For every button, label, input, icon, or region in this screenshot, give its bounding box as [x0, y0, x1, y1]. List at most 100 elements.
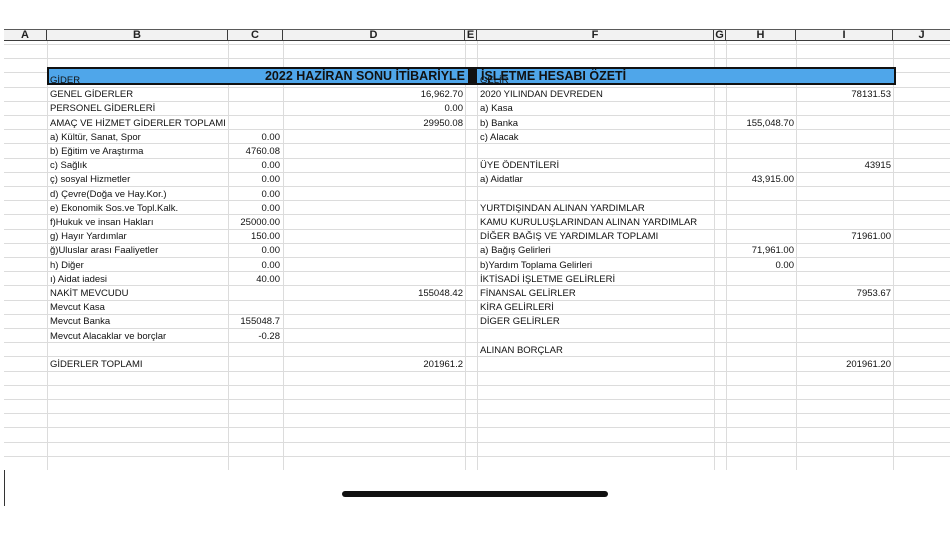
gelir-row-detail[interactable]: [726, 102, 794, 116]
gelir-row-detail[interactable]: [726, 145, 794, 159]
gelir-row-detail[interactable]: [726, 330, 794, 344]
gider-row-label[interactable]: g) Hayır Yardımlar: [50, 230, 226, 244]
gider-row-label[interactable]: PERSONEL GİDERLERİ: [50, 102, 226, 116]
gider-row-detail[interactable]: 0.00: [228, 202, 281, 216]
gelir-row-label[interactable]: FİNANSAL GELİRLER: [480, 287, 712, 301]
gider-row-detail[interactable]: 150.00: [228, 230, 280, 244]
gelir-row-label[interactable]: ALINAN BORÇLAR: [480, 344, 712, 358]
gelir-row-total[interactable]: [796, 315, 891, 329]
gider-row-label[interactable]: AMAÇ VE HİZMET GİDERLER TOPLAMI: [50, 117, 226, 131]
gider-row-label[interactable]: Mevcut Kasa: [50, 301, 226, 315]
gelir-row-detail[interactable]: 0.00: [726, 259, 795, 273]
gider-row-detail[interactable]: 0.00: [228, 259, 281, 273]
gelir-row-detail[interactable]: [726, 230, 794, 244]
home-indicator[interactable]: [342, 491, 608, 497]
gider-row-detail[interactable]: [228, 287, 280, 301]
gider-row-label[interactable]: f)Hukuk ve insan Hakları: [50, 216, 226, 230]
gelir-row-label[interactable]: a) Kasa: [480, 102, 712, 116]
gelir-row-label[interactable]: YURTDIŞINDAN ALINAN YARDIMLAR: [480, 202, 712, 216]
gider-row-total[interactable]: [283, 216, 463, 230]
column-header-j[interactable]: J: [893, 30, 950, 41]
gider-row-label[interactable]: b) Eğitim ve Araştırma: [50, 145, 226, 159]
gelir-row-total[interactable]: [796, 131, 891, 145]
gelir-row-detail[interactable]: [726, 273, 794, 287]
gider-header[interactable]: GİDER: [50, 74, 226, 88]
gelir-row-total[interactable]: [796, 330, 891, 344]
gider-row-total[interactable]: 0.00: [283, 102, 464, 116]
gelir-row-label[interactable]: [480, 330, 712, 344]
gider-row-label[interactable]: GENEL GİDERLER: [50, 88, 226, 102]
gelir-row-label[interactable]: DİGER GELİRLER: [480, 315, 712, 329]
gider-row-detail[interactable]: 40.00: [228, 273, 280, 287]
gelir-row-total[interactable]: 71961.00: [796, 230, 891, 244]
gelir-row-label[interactable]: b) Banka: [480, 117, 712, 131]
gider-row-label[interactable]: a) Kültür, Sanat, Spor: [50, 131, 226, 145]
gelir-row-detail[interactable]: [726, 188, 794, 202]
gider-row-label[interactable]: Mevcut Banka: [50, 315, 226, 329]
column-header-b[interactable]: B: [47, 30, 228, 41]
gelir-row-detail[interactable]: [726, 202, 794, 216]
gelir-row-detail[interactable]: [726, 315, 794, 329]
gider-row-detail[interactable]: [228, 88, 280, 102]
gelir-row-total[interactable]: 78131.53: [796, 88, 891, 102]
gelir-row-total[interactable]: [796, 145, 891, 159]
gider-row-detail[interactable]: 25000.00: [228, 216, 280, 230]
gelir-row-detail[interactable]: [726, 131, 794, 145]
gider-row-detail[interactable]: [228, 117, 280, 131]
gider-row-label[interactable]: [50, 344, 226, 358]
gider-row-detail[interactable]: 0.00: [228, 244, 281, 258]
gelir-row-label[interactable]: ÜYE ÖDENTİLERİ: [480, 159, 712, 173]
gelir-row-label[interactable]: DİĞER BAĞIŞ VE YARDIMLAR TOPLAMI: [480, 230, 712, 244]
gider-row-detail[interactable]: 155048.7: [228, 315, 280, 329]
gider-row-total[interactable]: [283, 344, 463, 358]
gelir-row-label[interactable]: c) Alacak: [480, 131, 712, 145]
gider-row-detail[interactable]: [228, 301, 280, 315]
gelir-row-total[interactable]: [796, 102, 891, 116]
gelir-row-total[interactable]: [796, 188, 891, 202]
gider-row-total[interactable]: [283, 259, 463, 273]
gelir-row-total[interactable]: [796, 259, 891, 273]
gelir-row-label[interactable]: [480, 145, 712, 159]
gelir-row-label[interactable]: [480, 188, 712, 202]
gelir-row-label[interactable]: KİRA GELİRLERİ: [480, 301, 712, 315]
gider-row-total[interactable]: [283, 159, 463, 173]
gider-row-total[interactable]: [283, 330, 463, 344]
gider-row-label[interactable]: ğ)Uluslar arası Faaliyetler: [50, 244, 226, 258]
gelir-header[interactable]: GELİR: [480, 74, 712, 88]
gelir-row-total[interactable]: [796, 216, 891, 230]
gelir-row-detail[interactable]: [726, 287, 794, 301]
gelir-row-total[interactable]: 201961.20: [796, 358, 891, 372]
gelir-row-label[interactable]: b)Yardım Toplama Gelirleri: [480, 259, 712, 273]
column-header-f[interactable]: F: [477, 30, 714, 41]
gelir-row-label[interactable]: a) Aidatlar: [480, 173, 712, 187]
gider-row-total[interactable]: 155048.42: [283, 287, 463, 301]
gelir-row-detail[interactable]: 155,048.70: [726, 117, 794, 131]
gider-row-total[interactable]: [283, 301, 463, 315]
gelir-row-total[interactable]: 43915: [796, 159, 891, 173]
gider-row-total[interactable]: [283, 145, 463, 159]
gider-row-label[interactable]: ç) sosyal Hizmetler: [50, 173, 226, 187]
gelir-row-label[interactable]: İKTİSADİ İŞLETME GELİRLERİ: [480, 273, 712, 287]
gelir-row-total[interactable]: [796, 301, 891, 315]
gelir-row-total[interactable]: 7953.67: [796, 287, 891, 301]
gelir-row-detail[interactable]: [726, 301, 794, 315]
gelir-row-total[interactable]: [796, 173, 891, 187]
gider-row-label[interactable]: d) Çevre(Doğa ve Hay.Kor.): [50, 188, 226, 202]
gider-row-detail[interactable]: 0.00: [228, 173, 281, 187]
gelir-row-total[interactable]: [796, 273, 891, 287]
gelir-row-label[interactable]: 2020 YILINDAN DEVREDEN: [480, 88, 712, 102]
gelir-row-detail[interactable]: 71,961.00: [726, 244, 794, 258]
gider-row-detail[interactable]: [228, 358, 280, 372]
column-header-i[interactable]: I: [796, 30, 893, 41]
gider-row-total[interactable]: [283, 315, 463, 329]
gider-row-total[interactable]: [283, 188, 463, 202]
gelir-row-total[interactable]: [796, 244, 891, 258]
gider-row-label[interactable]: c) Sağlık: [50, 159, 226, 173]
gider-row-total[interactable]: 29950.08: [283, 117, 463, 131]
gider-row-total[interactable]: 16,962.70: [283, 88, 463, 102]
gelir-row-detail[interactable]: [726, 358, 794, 372]
gider-row-detail[interactable]: [228, 344, 280, 358]
gelir-row-detail[interactable]: 43,915.00: [726, 173, 794, 187]
gider-row-detail[interactable]: 0.00: [228, 188, 281, 202]
gelir-row-label[interactable]: [480, 358, 712, 372]
